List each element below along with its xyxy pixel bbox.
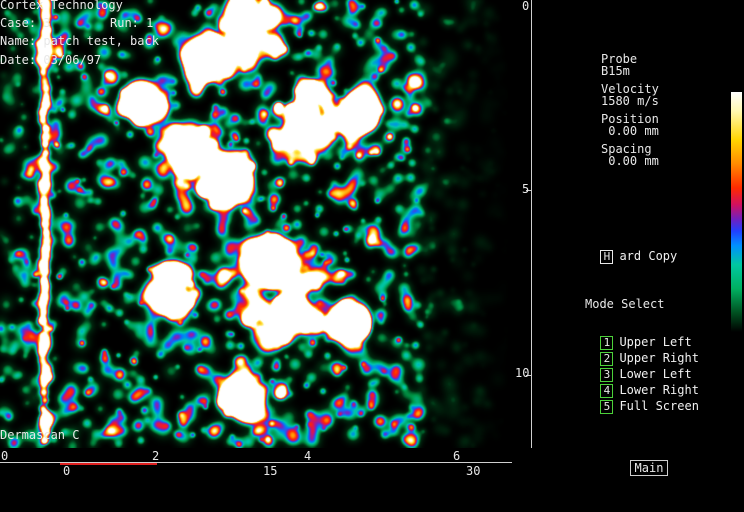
mode-select-title: Mode Select (585, 297, 665, 311)
depth-label-5: 5 (522, 182, 530, 196)
mode-full-screen-button[interactable]: 5 Full Screen (586, 385, 699, 414)
hard-copy-label: ard Copy (619, 249, 678, 263)
lateral-top-label-4: 4 (304, 449, 312, 463)
position-value: 0.00 mm (601, 124, 659, 138)
depth-label-10: 10 (515, 366, 530, 380)
hard-copy-key-icon[interactable]: H (600, 250, 614, 264)
patient-name-label: Name: patch test, back (0, 34, 159, 48)
company-label: Cortex Technology (0, 0, 123, 12)
lateral-bottom-label-30: 30 (466, 464, 481, 478)
color-scale-bar (731, 92, 742, 332)
run-label: Run: 1 (110, 16, 154, 30)
mode-label: Full Screen (619, 399, 699, 413)
mode-lower-right-button[interactable]: 4 Lower Right (586, 369, 699, 398)
velocity-value: 1580 m/s (601, 94, 659, 108)
date-label: Date: 03/06/97 (0, 53, 102, 67)
ultrasound-scan-image (0, 0, 510, 448)
mode-key-icon[interactable]: 5 (600, 400, 614, 414)
lateral-top-label-2: 2 (152, 449, 160, 463)
mode-lower-left-button[interactable]: 3 Lower Left (586, 353, 692, 382)
spacing-value: 0.00 mm (601, 154, 659, 168)
hard-copy-button[interactable]: Hard Copy (586, 235, 677, 264)
lateral-top-label-0: 0 (1, 449, 9, 463)
mode-upper-right-button[interactable]: 2 Upper Right (586, 337, 699, 366)
lateral-top-label-6: 6 (453, 449, 461, 463)
cursor-range-line (60, 463, 157, 465)
depth-axis-line (531, 0, 532, 448)
main-button[interactable]: Main (630, 460, 668, 476)
lateral-bottom-label-15: 15 (263, 464, 278, 478)
lateral-bottom-label-0: 0 (63, 464, 71, 478)
case-label: Case: 3 (0, 16, 51, 30)
depth-label-0: 0 (522, 0, 530, 13)
probe-value: B15m (601, 64, 630, 78)
watermark-label: Dermascan C (0, 428, 80, 442)
mode-upper-left-button[interactable]: 1 Upper Left (586, 321, 692, 350)
